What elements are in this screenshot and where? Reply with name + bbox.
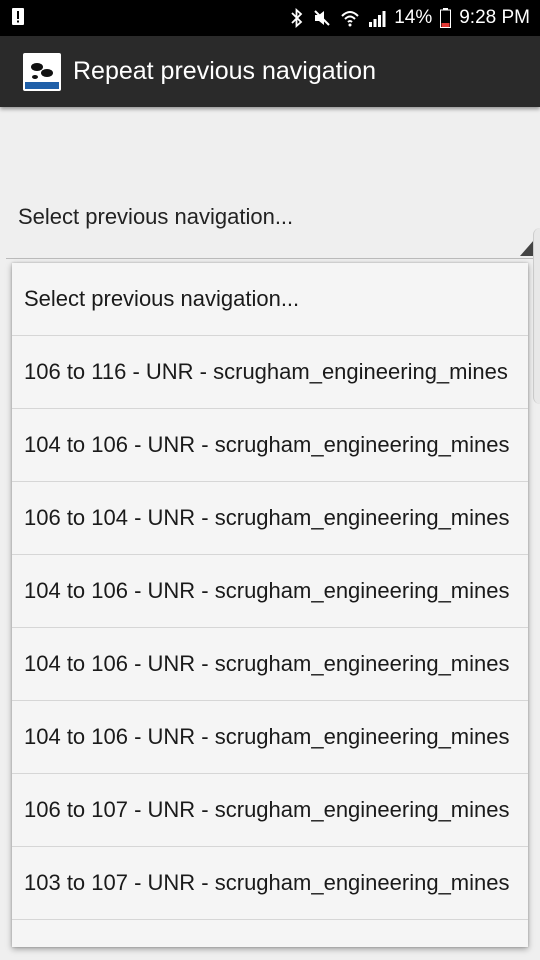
dropdown-item-label: 106 to 116 - UNR - scrugham_engineering_… — [24, 359, 508, 384]
dropdown-item[interactable]: 104 to 106 - UNR - scrugham_engineering_… — [12, 555, 528, 628]
previous-navigation-spinner[interactable]: Select previous navigation... — [0, 180, 540, 260]
battery-icon — [440, 8, 452, 28]
spinner-underline — [6, 258, 534, 259]
dropdown-item-placeholder[interactable]: Select previous navigation... — [12, 263, 528, 336]
dropdown-item-label: 104 to 106 - UNR - scrugham_engineering_… — [24, 651, 510, 676]
dropdown-item-label: 104 to 106 - UNR - scrugham_engineering_… — [24, 578, 510, 603]
dropdown-item[interactable]: 104 to 106 - UNR - scrugham_engineering_… — [12, 409, 528, 482]
dropdown-item-label: Select previous navigation... — [24, 286, 300, 311]
dropdown-item-label: 103 to 107 - UNR - scrugham_engineering_… — [24, 870, 510, 895]
dropdown-item[interactable]: 106 to 104 - UNR - scrugham_engineering_… — [12, 482, 528, 555]
navatar-logo — [23, 52, 61, 91]
wifi-icon — [340, 8, 360, 28]
dropdown-item[interactable]: 106 to 107 - UNR - scrugham_engineering_… — [12, 774, 528, 847]
navigation-dropdown-list: Select previous navigation... 106 to 116… — [12, 263, 528, 947]
scroll-edge-indicator — [533, 228, 540, 404]
dropdown-item-label: 104 to 106 - UNR - scrugham_engineering_… — [24, 724, 510, 749]
spinner-selected-label: Select previous navigation... — [18, 204, 294, 229]
dropdown-item-label: 106 to 107 - UNR - scrugham_engineering_… — [24, 797, 510, 822]
dropdown-item[interactable]: 103 to 107 - UNR - scrugham_engineering_… — [12, 847, 528, 920]
battery-percent: 14% — [394, 7, 433, 28]
dropdown-item-label: 104 to 106 - UNR - scrugham_engineering_… — [24, 432, 510, 457]
spinner-dropdown-arrow-icon — [520, 240, 534, 261]
app-bar: Repeat previous navigation — [0, 36, 540, 107]
dropdown-item[interactable]: 104 to 106 - UNR - scrugham_engineering_… — [12, 701, 528, 774]
page-title: Repeat previous navigation — [73, 57, 376, 85]
status-bar: 14% 9:28 PM — [0, 0, 540, 36]
bluetooth-icon — [290, 8, 304, 28]
notification-alert-icon — [12, 6, 24, 31]
clock: 9:28 PM — [459, 7, 530, 28]
signal-icon — [368, 9, 386, 27]
dropdown-item[interactable]: 104 to 106 - UNR - scrugham_engineering_… — [12, 628, 528, 701]
dropdown-item[interactable]: 106 to 116 - UNR - scrugham_engineering_… — [12, 336, 528, 409]
mute-icon — [312, 8, 332, 28]
dropdown-item-label: 106 to 104 - UNR - scrugham_engineering_… — [24, 505, 510, 530]
